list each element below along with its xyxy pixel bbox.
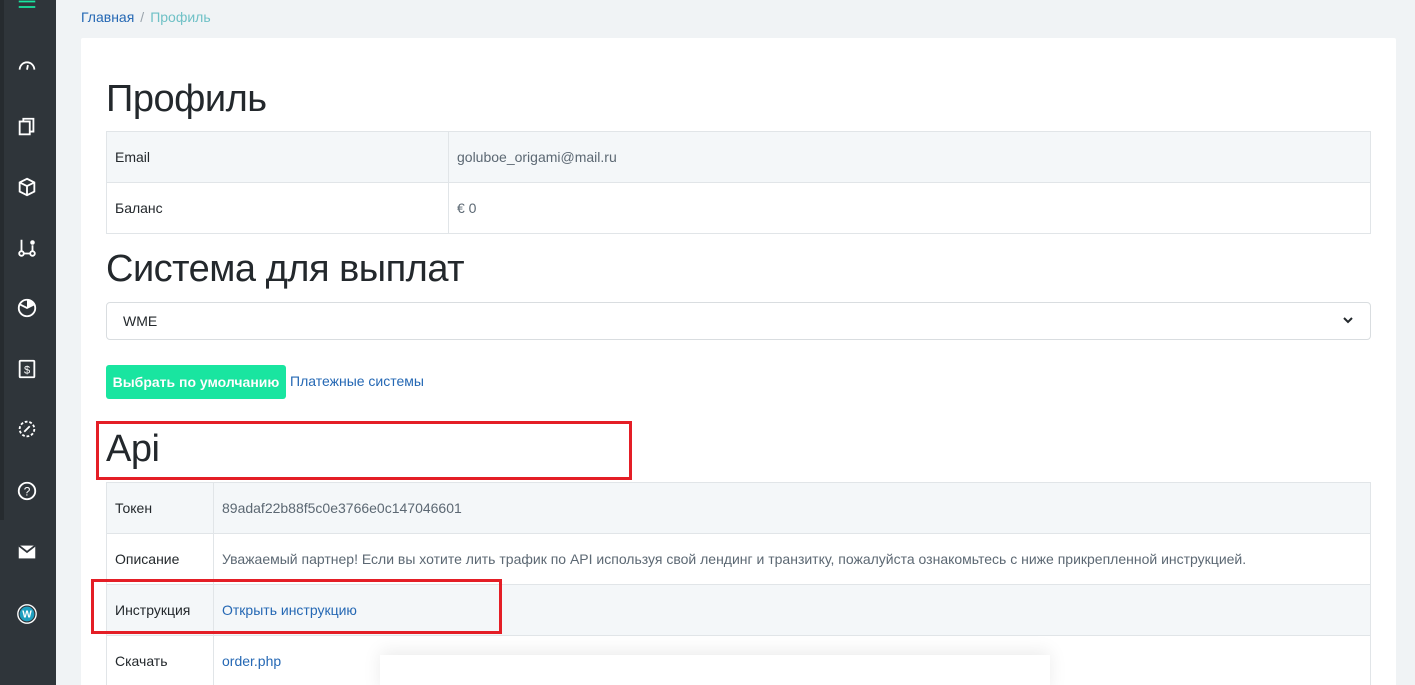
set-default-button[interactable]: Выбрать по умолчанию [106, 365, 286, 399]
email-label: Email [106, 131, 449, 183]
help-icon[interactable]: ? [14, 478, 40, 504]
flow-icon[interactable] [14, 235, 40, 261]
sidebar: $ ? W [0, 0, 56, 685]
menu-icon[interactable] [14, 0, 40, 20]
payout-selected-value: WME [123, 313, 158, 329]
table-row: Описание Уважаемый партнер! Если вы хоти… [106, 533, 1371, 585]
box-icon[interactable] [14, 174, 40, 200]
sidebar-accent [0, 0, 4, 520]
download-order-link[interactable]: order.php [222, 653, 281, 669]
profile-title: Профиль [106, 78, 267, 120]
bottom-overlay [380, 655, 1050, 685]
email-value: goluboe_origami@mail.ru [448, 131, 1371, 183]
svg-text:W: W [22, 610, 32, 621]
token-value: 89adaf22b88f5c0e3766e0c147046601 [213, 482, 1371, 534]
mail-icon[interactable] [14, 539, 40, 565]
description-value: Уважаемый партнер! Если вы хотите лить т… [213, 533, 1371, 585]
svg-text:$: $ [24, 365, 30, 377]
balance-value: € 0 [448, 182, 1371, 234]
open-instruction-link[interactable]: Открыть инструкцию [222, 602, 357, 618]
dashboard-icon[interactable] [14, 53, 40, 79]
documents-icon[interactable] [14, 114, 40, 140]
dollar-icon[interactable]: $ [14, 356, 40, 382]
breadcrumb: Главная / Профиль [81, 9, 211, 25]
table-row: Email goluboe_origami@mail.ru [106, 131, 1371, 183]
token-label: Токен [106, 482, 214, 534]
breadcrumb-home[interactable]: Главная [81, 9, 134, 25]
payment-systems-link[interactable]: Платежные системы [290, 373, 424, 389]
pie-icon[interactable] [14, 295, 40, 321]
breadcrumb-separator: / [140, 9, 145, 25]
profile-table: Email goluboe_origami@mail.ru Баланс € 0 [106, 131, 1371, 234]
table-row: Инструкция Открыть инструкцию [106, 584, 1371, 636]
wordpress-icon[interactable]: W [14, 601, 40, 627]
download-label: Скачать [106, 635, 214, 685]
instruction-label: Инструкция [106, 584, 214, 636]
table-row: Токен 89adaf22b88f5c0e3766e0c147046601 [106, 482, 1371, 534]
svg-text:?: ? [24, 485, 31, 499]
payout-system-select[interactable]: WME [106, 302, 1371, 340]
payout-title: Система для выплат [106, 248, 465, 290]
settings-icon[interactable] [14, 416, 40, 442]
chevron-down-icon [1342, 313, 1354, 329]
balance-label: Баланс [106, 182, 449, 234]
description-label: Описание [106, 533, 214, 585]
api-title: Api [106, 428, 160, 470]
breadcrumb-current: Профиль [150, 9, 211, 25]
table-row: Баланс € 0 [106, 182, 1371, 234]
